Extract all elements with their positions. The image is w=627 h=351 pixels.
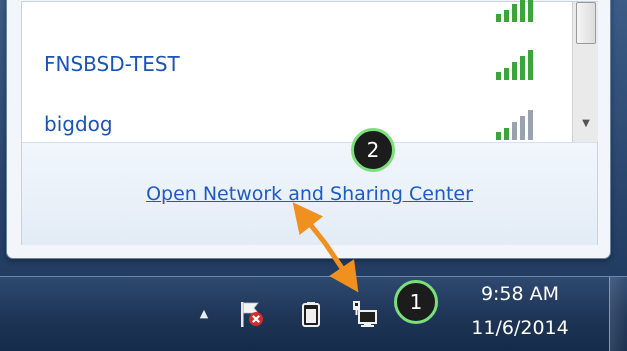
network-name: bigdog	[44, 112, 113, 136]
scroll-thumb[interactable]	[576, 2, 596, 44]
clock-time[interactable]: 9:58 AM	[450, 283, 590, 305]
network-flyout: FNSBSD-TEST bigdog ▼ Open Network and Sh…	[6, 0, 611, 259]
clock-date[interactable]: 11/6/2014	[450, 317, 590, 339]
signal-strength-icon	[496, 50, 533, 80]
network-item-fnsbsd-test[interactable]: FNSBSD-TEST	[22, 40, 572, 86]
battery-icon[interactable]	[296, 299, 326, 329]
flyout-footer: Open Network and Sharing Center	[22, 142, 597, 245]
open-network-sharing-center-link[interactable]: Open Network and Sharing Center	[22, 183, 597, 205]
signal-strength-icon	[496, 110, 533, 140]
network-item-bigdog[interactable]: bigdog	[22, 100, 572, 146]
action-center-flag-icon[interactable]	[236, 299, 266, 329]
step-2-badge: 2	[351, 128, 395, 172]
scroll-down-arrow-icon[interactable]: ▼	[578, 116, 594, 132]
network-name: FNSBSD-TEST	[44, 52, 180, 76]
show-desktop-button[interactable]	[609, 277, 627, 351]
show-hidden-icons-button[interactable]: ▲	[197, 307, 211, 321]
network-item-partial[interactable]	[22, 0, 572, 28]
signal-strength-icon	[496, 0, 533, 22]
taskbar: ▲ 9:58 AM 11/6/2014	[0, 276, 627, 351]
network-list: FNSBSD-TEST bigdog	[22, 0, 572, 142]
network-list-scrollbar[interactable]: ▼	[572, 2, 598, 142]
network-icon[interactable]	[350, 299, 380, 329]
flyout-panel: FNSBSD-TEST bigdog ▼ Open Network and Sh…	[21, 0, 598, 245]
step-1-badge: 1	[394, 280, 438, 324]
